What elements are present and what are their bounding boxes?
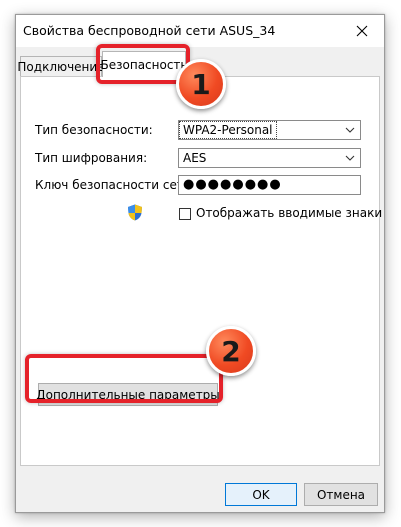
tab-security[interactable]: Безопасность	[100, 51, 188, 77]
step-badge-1: 1	[176, 59, 226, 109]
show-characters-checkbox[interactable]	[179, 208, 191, 220]
ok-label: OK	[252, 487, 270, 502]
button-highlight-frame	[25, 354, 223, 403]
tab-security-label: Безопасность	[100, 57, 188, 72]
encryption-type-select[interactable]: AES	[178, 148, 361, 168]
step-badge-1-number: 1	[191, 67, 211, 101]
security-type-value: WPA2-Personal	[179, 121, 277, 139]
show-characters-label[interactable]: Отображать вводимые знаки	[196, 206, 382, 220]
tab-connection-label: Подключение	[17, 60, 105, 74]
security-type-label: Тип безопасности:	[35, 123, 153, 137]
window-title: Свойства беспроводной сети ASUS_34	[23, 23, 276, 38]
step-badge-2-number: 2	[221, 334, 241, 368]
ok-button[interactable]: OK	[225, 483, 297, 506]
cancel-label: Отмена	[316, 487, 366, 502]
title-bar: Свойства беспроводной сети ASUS_34	[16, 15, 384, 47]
network-key-input[interactable]: ●●●●●●●●	[178, 175, 361, 195]
network-key-value: ●●●●●●●●	[183, 177, 282, 192]
cancel-button[interactable]: Отмена	[304, 483, 378, 506]
close-button[interactable]	[340, 15, 384, 47]
step-badge-2: 2	[206, 326, 256, 376]
uac-shield-icon	[128, 204, 142, 221]
encryption-type-value: AES	[183, 151, 207, 165]
security-type-select[interactable]: WPA2-Personal	[178, 120, 361, 140]
security-panel: Тип безопасности: WPA2-Personal Тип шифр…	[20, 76, 382, 466]
close-icon	[356, 25, 368, 37]
chevron-down-icon	[345, 155, 355, 161]
chevron-down-icon	[345, 127, 355, 133]
encryption-type-label: Тип шифрования:	[35, 151, 148, 165]
network-key-label: Ключ безопасности сети	[35, 178, 192, 192]
tab-connection[interactable]: Подключение	[17, 56, 105, 77]
